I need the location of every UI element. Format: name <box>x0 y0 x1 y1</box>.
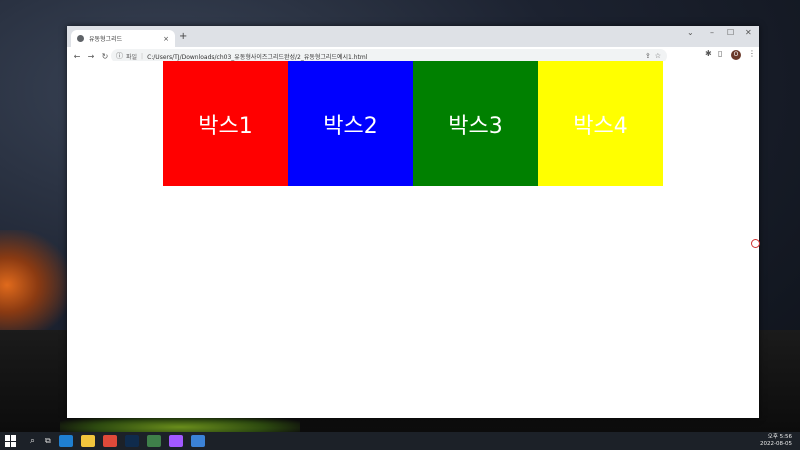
minimize-button[interactable]: – <box>710 28 714 37</box>
maximize-button[interactable]: ☐ <box>727 28 734 37</box>
share-icon[interactable]: ⇪ <box>645 52 651 60</box>
close-window-button[interactable]: ✕ <box>745 28 752 37</box>
system-clock[interactable]: 오후 5:56 2022-08-05 <box>760 434 792 448</box>
chrome-icon[interactable] <box>102 435 117 447</box>
file-explorer-icon[interactable] <box>80 435 95 447</box>
tab-title: 유동형그리드 <box>89 36 123 43</box>
desktop-glow <box>0 230 70 340</box>
taskbar: ⌕ ⧉ 오후 5:56 2022-08-05 <box>0 432 800 450</box>
page-viewport: 박스1 박스2 박스3 박스4 <box>67 61 760 418</box>
tab-strip: 유동형그리드 × + ⌄ – ☐ ✕ <box>67 26 759 47</box>
side-panel-icon[interactable]: ▯ <box>718 49 722 58</box>
box-4: 박스4 <box>538 61 663 186</box>
clock-date: 2022-08-05 <box>760 441 792 447</box>
browser-window: 유동형그리드 × + ⌄ – ☐ ✕ ← → ↻ ⓘ 파일 | C:/Users… <box>67 26 760 418</box>
box-grid: 박스1 박스2 박스3 박스4 <box>163 61 663 186</box>
reload-icon[interactable]: ↻ <box>98 52 112 61</box>
tab-active[interactable]: 유동형그리드 × <box>71 30 175 47</box>
photoshop-icon[interactable] <box>124 435 139 447</box>
forward-icon[interactable]: → <box>84 52 98 61</box>
globe-icon <box>77 35 84 42</box>
box-3: 박스3 <box>413 61 538 186</box>
app-icon[interactable] <box>146 435 161 447</box>
back-icon[interactable]: ← <box>70 52 84 61</box>
windows-start-icon[interactable] <box>5 435 17 447</box>
info-icon[interactable]: ⓘ <box>116 51 123 61</box>
figma-icon[interactable] <box>168 435 183 447</box>
cursor-icon <box>751 239 760 248</box>
tab-search-icon[interactable]: ⌄ <box>687 28 694 37</box>
menu-icon[interactable]: ⋮ <box>748 49 756 58</box>
task-view-icon[interactable]: ⧉ <box>45 436 51 446</box>
search-icon[interactable]: ⌕ <box>30 436 35 446</box>
scheme-label: 파일 <box>126 53 138 61</box>
bookmark-star-icon[interactable]: ☆ <box>655 52 661 60</box>
new-tab-button[interactable]: + <box>179 31 187 42</box>
close-icon[interactable]: × <box>163 35 169 43</box>
scheme-separator: | <box>141 52 144 60</box>
box-1: 박스1 <box>163 61 288 186</box>
chrome-active-icon[interactable] <box>190 435 205 447</box>
url-text[interactable]: C:/Users/TJ/Downloads/ch03_유동형사이즈그리드완성/2… <box>147 52 367 61</box>
extensions-icon[interactable]: ✱ <box>705 49 712 58</box>
box-2: 박스2 <box>288 61 413 186</box>
profile-avatar[interactable]: O <box>731 50 741 60</box>
clock-time: 오후 5:56 <box>767 434 792 440</box>
edge-icon[interactable] <box>58 435 73 447</box>
